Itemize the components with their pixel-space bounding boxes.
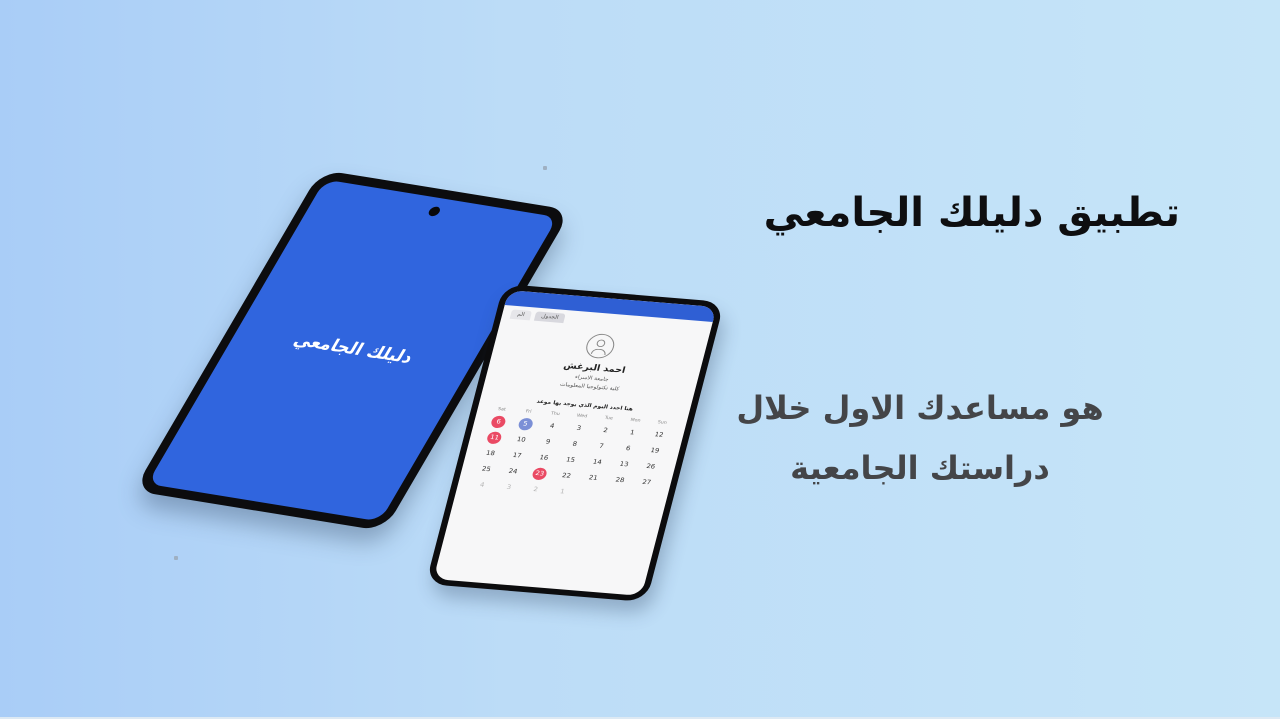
calendar-day[interactable]: 4 <box>544 420 561 433</box>
calendar-day[interactable]: 1 <box>554 485 571 498</box>
calendar-day[interactable]: 28 <box>611 474 628 487</box>
calendar-day-highlighted[interactable]: 5 <box>516 417 534 431</box>
calendar-day[interactable]: 26 <box>642 460 659 473</box>
calendar-day[interactable]: 4 <box>474 479 491 492</box>
tagline-line-2: دراستك الجامعية <box>790 449 1050 487</box>
calendar-day[interactable]: 21 <box>585 472 602 485</box>
tab-schedule[interactable]: الجدول <box>533 311 566 324</box>
calendar-day-highlighted[interactable]: 23 <box>531 467 549 481</box>
weekday-label: Sat <box>497 407 507 413</box>
calendar-day[interactable]: 2 <box>527 483 544 496</box>
calendar-day[interactable]: 14 <box>589 456 606 469</box>
calendar-day[interactable]: 9 <box>539 436 556 449</box>
calendar-day[interactable]: 25 <box>478 463 495 476</box>
calendar-day[interactable]: 3 <box>570 422 587 435</box>
calendar-day[interactable]: 15 <box>562 454 579 467</box>
calendar-day <box>607 490 624 503</box>
calendar-grid: Sat Fri Thu Wed Tue Mon Sun 6 5 4 3 2 1 12 11 10 9 8 7 6 19 1… <box>457 400 688 507</box>
calendar-day[interactable]: 6 <box>620 442 637 455</box>
weekday-label: Mon <box>629 418 641 424</box>
calendar-day[interactable]: 3 <box>500 481 517 494</box>
calendar-day-highlighted[interactable]: 6 <box>490 415 507 429</box>
calendar-day[interactable]: 17 <box>509 449 526 462</box>
page-tagline: هو مساعدك الاول خلال دراستك الجامعية <box>660 378 1180 498</box>
weekday-label: Tue <box>603 415 614 422</box>
calendar-day[interactable]: 10 <box>513 433 530 446</box>
calendar-day <box>581 487 598 500</box>
page-headline: تطبيق دليلك الجامعي <box>763 190 1180 236</box>
tagline-line-1: هو مساعدك الاول خلال <box>736 389 1104 427</box>
calendar-day <box>634 492 651 505</box>
weekday-label: Thu <box>550 411 561 417</box>
calendar-day[interactable]: 22 <box>558 469 575 482</box>
decorative-speck <box>543 166 547 170</box>
weekday-label: Wed <box>576 413 588 420</box>
calendar-day[interactable]: 18 <box>482 447 499 460</box>
decorative-speck <box>174 556 178 560</box>
weekday-label: Fri <box>525 409 532 415</box>
splash-app-name: دليلك الجامعي <box>289 330 418 368</box>
tab-other[interactable]: الم <box>509 309 532 321</box>
calendar-day[interactable]: 1 <box>624 426 641 439</box>
calendar-day[interactable]: 16 <box>535 451 552 464</box>
calendar-day[interactable]: 13 <box>616 458 633 471</box>
front-camera-icon <box>426 205 442 217</box>
calendar-day-highlighted[interactable]: 11 <box>486 431 503 445</box>
calendar-day[interactable]: 27 <box>638 476 655 489</box>
calendar-day[interactable]: 2 <box>597 424 614 437</box>
calendar-day[interactable]: 8 <box>566 438 583 451</box>
calendar-day[interactable]: 24 <box>505 465 522 478</box>
calendar-day[interactable]: 7 <box>593 440 610 453</box>
avatar-icon <box>583 332 618 360</box>
